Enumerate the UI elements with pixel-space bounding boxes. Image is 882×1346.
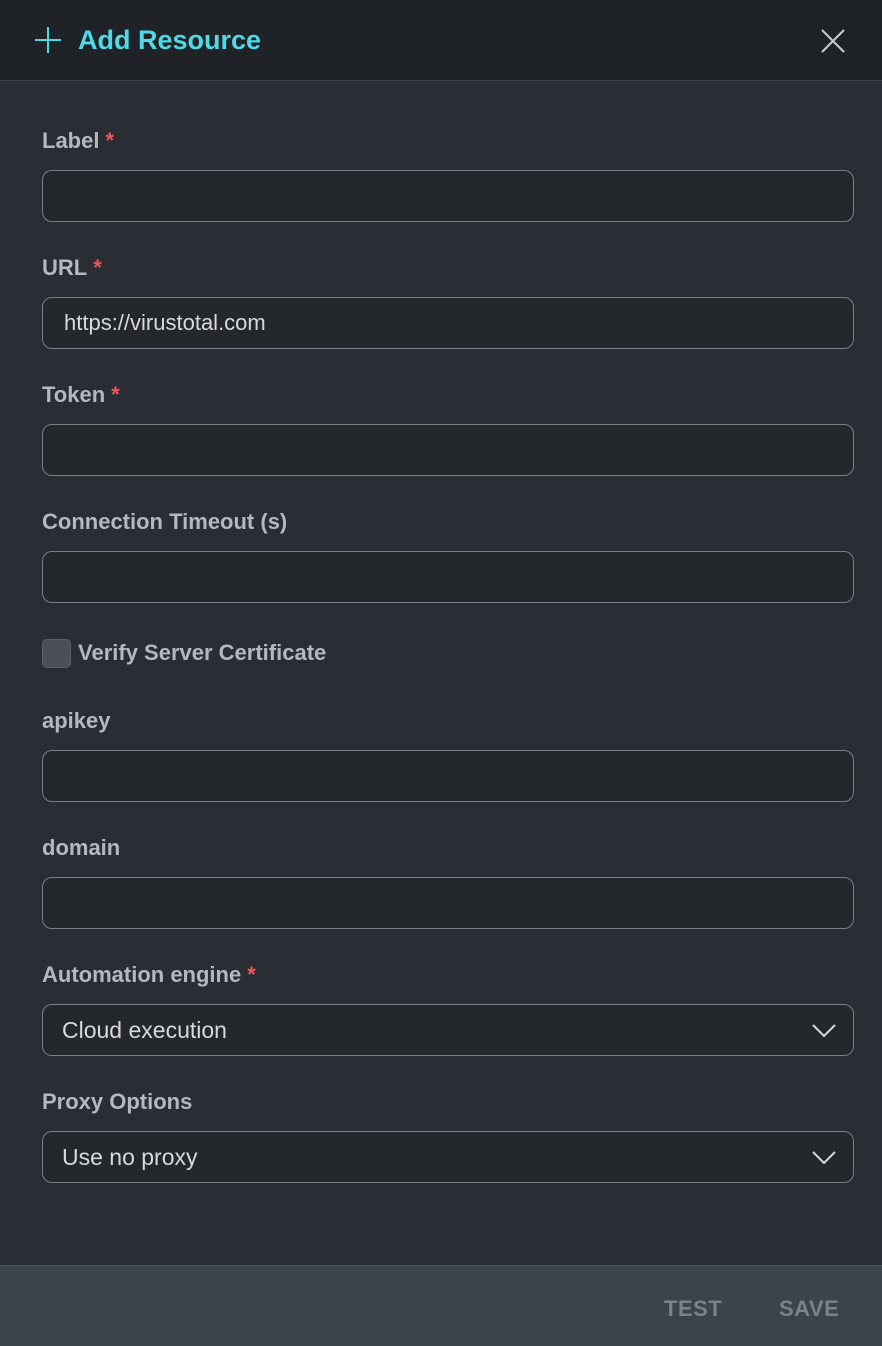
chevron-down-icon [812, 1024, 836, 1038]
timeout-input[interactable] [42, 551, 854, 603]
dialog-footer: TEST SAVE [0, 1265, 882, 1346]
url-field-label: URL * [42, 254, 102, 282]
required-mark: * [247, 962, 256, 987]
url-field-label-text: URL [42, 255, 88, 280]
engine-field-label: Automation engine * [42, 961, 256, 989]
plus-icon [35, 27, 61, 53]
test-button[interactable]: TEST [664, 1296, 722, 1322]
chevron-down-icon [812, 1151, 836, 1165]
domain-field-label: domain [42, 835, 121, 860]
apikey-field-label: apikey [42, 708, 111, 733]
timeout-field-label: Connection Timeout (s) [42, 509, 288, 534]
proxy-field-label: Proxy Options [42, 1089, 193, 1114]
verify-certificate-checkbox-row[interactable]: Verify Server Certificate [42, 638, 326, 668]
token-field-label-text: Token [42, 382, 106, 407]
engine-field-label-text: Automation engine [42, 962, 242, 987]
domain-input[interactable] [42, 877, 854, 929]
label-input[interactable] [42, 170, 854, 222]
add-resource-dialog: Add Resource Label* URL* Token* Connecti… [0, 0, 882, 1346]
required-mark: * [111, 382, 120, 407]
label-field-label-text: Label [42, 128, 100, 153]
required-mark: * [93, 255, 102, 280]
token-input[interactable] [42, 424, 854, 476]
url-input[interactable] [42, 297, 854, 349]
proxy-options-value: Use no proxy [62, 1144, 198, 1170]
automation-engine-value: Cloud execution [62, 1017, 227, 1043]
verify-certificate-label: Verify Server Certificate [78, 640, 327, 665]
proxy-options-select[interactable]: Use no proxy [42, 1131, 854, 1183]
save-button[interactable]: SAVE [779, 1296, 839, 1322]
close-icon[interactable] [818, 26, 848, 56]
required-mark: * [105, 128, 115, 153]
automation-engine-select[interactable]: Cloud execution [42, 1004, 854, 1056]
label-field-label: Label * [42, 127, 114, 155]
apikey-input[interactable] [42, 750, 854, 802]
verify-certificate-checkbox[interactable] [42, 638, 71, 668]
dialog-header: Add Resource [0, 0, 882, 81]
dialog-title: Add Resource [78, 25, 262, 55]
token-field-label: Token * [42, 381, 120, 409]
